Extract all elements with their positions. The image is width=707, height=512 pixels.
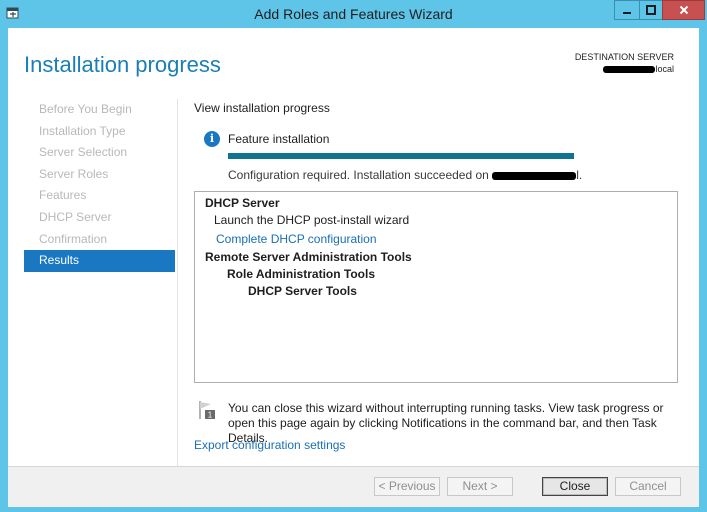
next-button[interactable]: Next >	[447, 477, 513, 496]
complete-dhcp-configuration-link[interactable]: Complete DHCP configuration	[205, 229, 667, 249]
cancel-button[interactable]: Cancel	[615, 477, 681, 496]
maximize-icon	[646, 5, 656, 15]
close-button[interactable]: Close	[542, 477, 608, 496]
destination-server-label: DESTINATION SERVER	[574, 52, 674, 62]
wizard-nav: Before You Begin Installation Type Serve…	[24, 99, 175, 272]
nav-item-installation-type: Installation Type	[39, 123, 126, 138]
result-dhcp-server: DHCP Server	[205, 196, 280, 210]
nav-item-dhcp-server: DHCP Server	[39, 209, 112, 224]
view-progress-label: View installation progress	[194, 101, 330, 115]
info-icon: i	[204, 131, 220, 147]
nav-item-server-selection: Server Selection	[39, 145, 128, 160]
close-window-button[interactable]	[662, 0, 705, 20]
result-launch-wizard: Launch the DHCP post-install wizard	[214, 213, 410, 227]
minimize-icon	[623, 12, 631, 14]
feature-installation-label: Feature installation	[228, 132, 330, 146]
page-title: Installation progress	[24, 52, 221, 77]
minimize-button[interactable]	[614, 0, 640, 20]
nav-item-before-you-begin: Before You Begin	[39, 102, 132, 116]
progress-bar-fill	[228, 153, 574, 159]
nav-item-confirmation: Confirmation	[39, 231, 108, 246]
destination-server-suffix: local	[655, 64, 674, 74]
close-icon	[679, 5, 688, 15]
status-suffix: l.	[576, 168, 583, 182]
notification-count: 1	[208, 411, 213, 420]
nav-divider	[177, 99, 178, 467]
previous-button[interactable]: < Previous	[374, 477, 440, 496]
installation-status: Configuration required. Installation suc…	[228, 168, 582, 182]
notification-flag-icon: 1	[199, 401, 215, 420]
window-title: Add Roles and Features Wizard	[254, 6, 453, 22]
title-bar[interactable]: Add Roles and Features Wizard	[0, 0, 707, 28]
installation-progress-bar	[228, 153, 574, 159]
maximize-button[interactable]	[639, 0, 663, 20]
redacted-server-name	[603, 66, 656, 74]
result-dhcp-server-tools: DHCP Server Tools	[248, 284, 357, 298]
nav-item-features: Features	[39, 188, 87, 203]
wizard-footer: < Previous Next > Close Cancel	[8, 466, 699, 507]
nav-item-server-roles: Server Roles	[39, 166, 109, 181]
nav-item-results[interactable]: Results	[24, 250, 175, 272]
status-text: Configuration required. Installation suc…	[228, 168, 489, 182]
results-panel: DHCP Server Launch the DHCP post-install…	[194, 191, 678, 383]
wizard-window: Add Roles and Features Wizard Installati…	[0, 0, 707, 512]
redacted-server-name	[492, 171, 577, 180]
export-configuration-link[interactable]: Export configuration settings	[194, 438, 345, 452]
result-role-admin-tools: Role Administration Tools	[227, 267, 376, 281]
wizard-client-area: Installation progress DESTINATION SERVER…	[8, 28, 699, 507]
result-rsat: Remote Server Administration Tools	[205, 250, 412, 264]
destination-server-value: local	[603, 64, 674, 74]
